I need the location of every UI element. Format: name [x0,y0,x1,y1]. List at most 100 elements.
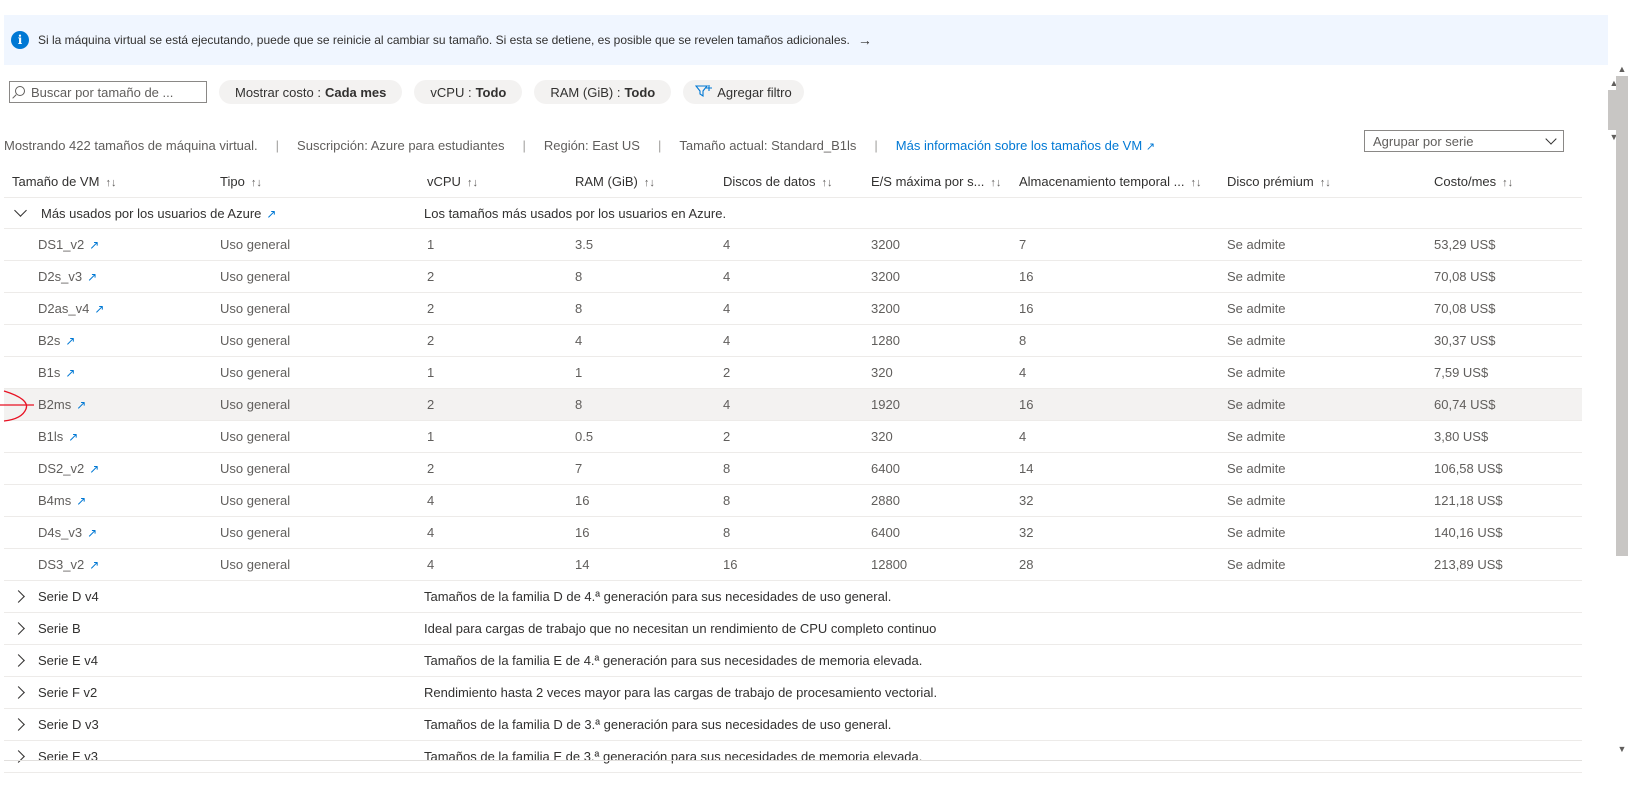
sort-icon: ↑↓ [250,176,262,189]
group-row-series[interactable]: Serie E v3 Tamaños de la familia E de 3.ª… [4,741,1582,773]
scrollbar-main[interactable]: ▲ ▼ [1615,64,1629,754]
table-cell: 53,29 US$ [1434,237,1496,252]
search-placeholder: Buscar por tamaño de ... [31,84,174,100]
table-cell: 32 [1019,525,1034,540]
table-cell: 16 [575,525,590,540]
column-header-type[interactable]: Tipo ↑↓ [220,174,262,189]
table-row[interactable]: B4ms ↗ Uso general 4 16 8 2880 32 Se admite 121,1… [4,485,1582,517]
table-cell: 2 [427,269,435,284]
table-cell: 2 [427,461,435,476]
group-row-most-used[interactable]: Más usados por los usuarios de Azure ↗ Lo… [4,197,1582,229]
table-cell: 30,37 US$ [1434,333,1496,348]
column-header-max-iops[interactable]: E/S máxima por s... ↑↓ [871,174,1001,189]
series-description: Tamaños de la familia D de 3.ª generació… [424,717,892,732]
column-header-cost[interactable]: Costo/mes ↑↓ [1434,174,1513,189]
search-input[interactable]: Buscar por tamaño de ... [9,81,207,103]
add-filter-button[interactable]: Agregar filtro [683,80,804,104]
group-title: Más usados por los usuarios de Azure [41,205,262,221]
table-row[interactable]: B1s ↗ Uso general 1 1 2 320 4 Se admite 7,59 US$ [4,357,1582,389]
chevron-down-icon[interactable] [14,204,27,217]
table-cell: 8 [575,269,583,284]
table-cell: 2 [427,301,435,316]
table-row[interactable]: DS3_v2 ↗ Uso general 4 14 16 12800 28 Se admite 2… [4,549,1582,581]
table-cell: 2 [723,429,731,444]
table-cell: 0.5 [575,429,594,444]
column-header-vcpu[interactable]: vCPU ↑↓ [427,174,478,189]
group-row-series[interactable]: Serie D v4 Tamaños de la familia D de 4.ª… [4,581,1582,613]
table-row[interactable]: B1ls ↗ Uso general 1 0.5 2 320 4 Se admite 3,80 U… [4,421,1582,453]
chevron-right-icon[interactable] [12,590,25,603]
filter-pill-cost[interactable]: Mostrar costo : Cada mes [219,80,403,104]
table-cell: 14 [575,557,590,572]
table-cell: 70,08 US$ [1434,301,1496,316]
add-filter-icon [695,84,713,101]
chevron-right-icon[interactable] [12,686,25,699]
chevron-down-icon [1545,133,1557,145]
group-by-dropdown[interactable]: Agrupar por serie [1364,130,1564,152]
vm-size-name: B4ms ↗ [38,493,87,508]
sort-icon: ↑↓ [821,176,833,189]
table-cell: 2 [427,397,435,412]
table-cell: 16 [1019,269,1034,284]
trending-icon: ↗ [68,430,79,444]
series-description: Tamaños de la familia E de 4.ª generació… [424,653,923,668]
table-row[interactable]: DS2_v2 ↗ Uso general 2 7 8 6400 14 Se admite 106,… [4,453,1582,485]
table-cell: 7,59 US$ [1434,365,1489,380]
table-cell: 60,74 US$ [1434,397,1496,412]
annotation-arrow [0,390,34,422]
table-row[interactable]: B2ms ↗ Uso general 2 8 4 1920 16 Se admite 60,74 … [4,389,1582,421]
table-cell: 70,08 US$ [1434,269,1496,284]
table-cell: 4 [723,269,731,284]
table-cell: Se admite [1227,493,1286,508]
table-cell: 4 [723,397,731,412]
region-label: Región: East US [543,138,640,153]
vm-size-name: B1ls ↗ [38,429,79,444]
group-row-series[interactable]: Serie E v4 Tamaños de la familia E de 4.ª… [4,645,1582,677]
trending-icon: ↗ [87,270,98,284]
scroll-thumb[interactable] [1616,76,1628,556]
trending-icon: ↗ [87,526,98,540]
table-cell: 8 [723,461,731,476]
arrow-right-icon[interactable]: → [858,32,872,48]
column-header-size[interactable]: Tamaño de VM ↑↓ [12,174,116,189]
table-row[interactable]: D4s_v3 ↗ Uso general 4 16 8 6400 32 Se admite 140… [4,517,1582,549]
column-header-temp-storage[interactable]: Almacenamiento temporal ... ↑↓ [1019,174,1201,189]
series-description: Tamaños de la familia E de 3.ª generació… [424,749,923,764]
search-icon [15,86,25,96]
table-row[interactable]: D2as_v4 ↗ Uso general 2 8 4 3200 16 Se admite 70,… [4,293,1582,325]
group-row-series[interactable]: Serie D v3 Tamaños de la familia D de 3.ª… [4,709,1582,741]
table-row[interactable]: DS1_v2 ↗ Uso general 1 3.5 4 3200 7 Se admite 53,… [4,229,1582,261]
table-cell: 3200 [871,301,900,316]
table-cell: 1280 [871,333,900,348]
table-cell: 1 [575,365,583,380]
chevron-right-icon[interactable] [12,654,25,667]
table-cell: 8 [723,493,731,508]
table-cell: 1 [427,365,435,380]
table-row[interactable]: B2s ↗ Uso general 2 4 4 1280 8 Se admite 30,37 US… [4,325,1582,357]
group-description: Los tamaños más usados por los usuarios … [424,205,727,221]
group-row-series[interactable]: Serie F v2 Rendimiento hasta 2 veces mayo… [4,677,1582,709]
series-name: Serie F v2 [38,685,98,700]
group-by-value: Agrupar por serie [1373,133,1474,149]
table-row[interactable]: D2s_v3 ↗ Uso general 2 8 4 3200 16 Se admite 70,0… [4,261,1582,293]
info-banner: i Si la máquina virtual se está ejecutan… [4,15,1608,65]
table-cell: Uso general [220,365,291,380]
column-header-premium-disk[interactable]: Disco prémium ↑↓ [1227,174,1331,189]
scroll-down-icon: ▼ [1617,744,1627,754]
filter-pill-ram[interactable]: RAM (GiB) : Todo [534,80,672,104]
chevron-right-icon[interactable] [12,622,25,635]
trending-icon: ↗ [89,558,100,572]
table-cell: 140,16 US$ [1434,525,1503,540]
column-header-ram[interactable]: RAM (GiB) ↑↓ [575,174,655,189]
learn-more-link[interactable]: Más información sobre los tamaños de VM … [896,138,1155,153]
trending-icon: ↗ [65,334,76,348]
group-row-series[interactable]: Serie B Ideal para cargas de trabajo que … [4,613,1582,645]
banner-message: Si la máquina virtual se está ejecutando… [38,33,850,47]
scroll-up-icon: ▲ [1617,64,1627,74]
filter-pill-vcpu[interactable]: vCPU : Todo [414,80,523,104]
vm-size-name: B2ms ↗ [38,397,87,412]
column-header-data-disks[interactable]: Discos de datos ↑↓ [723,174,833,189]
table-cell: 4 [723,333,731,348]
table-cell: Uso general [220,525,291,540]
chevron-right-icon[interactable] [12,718,25,731]
